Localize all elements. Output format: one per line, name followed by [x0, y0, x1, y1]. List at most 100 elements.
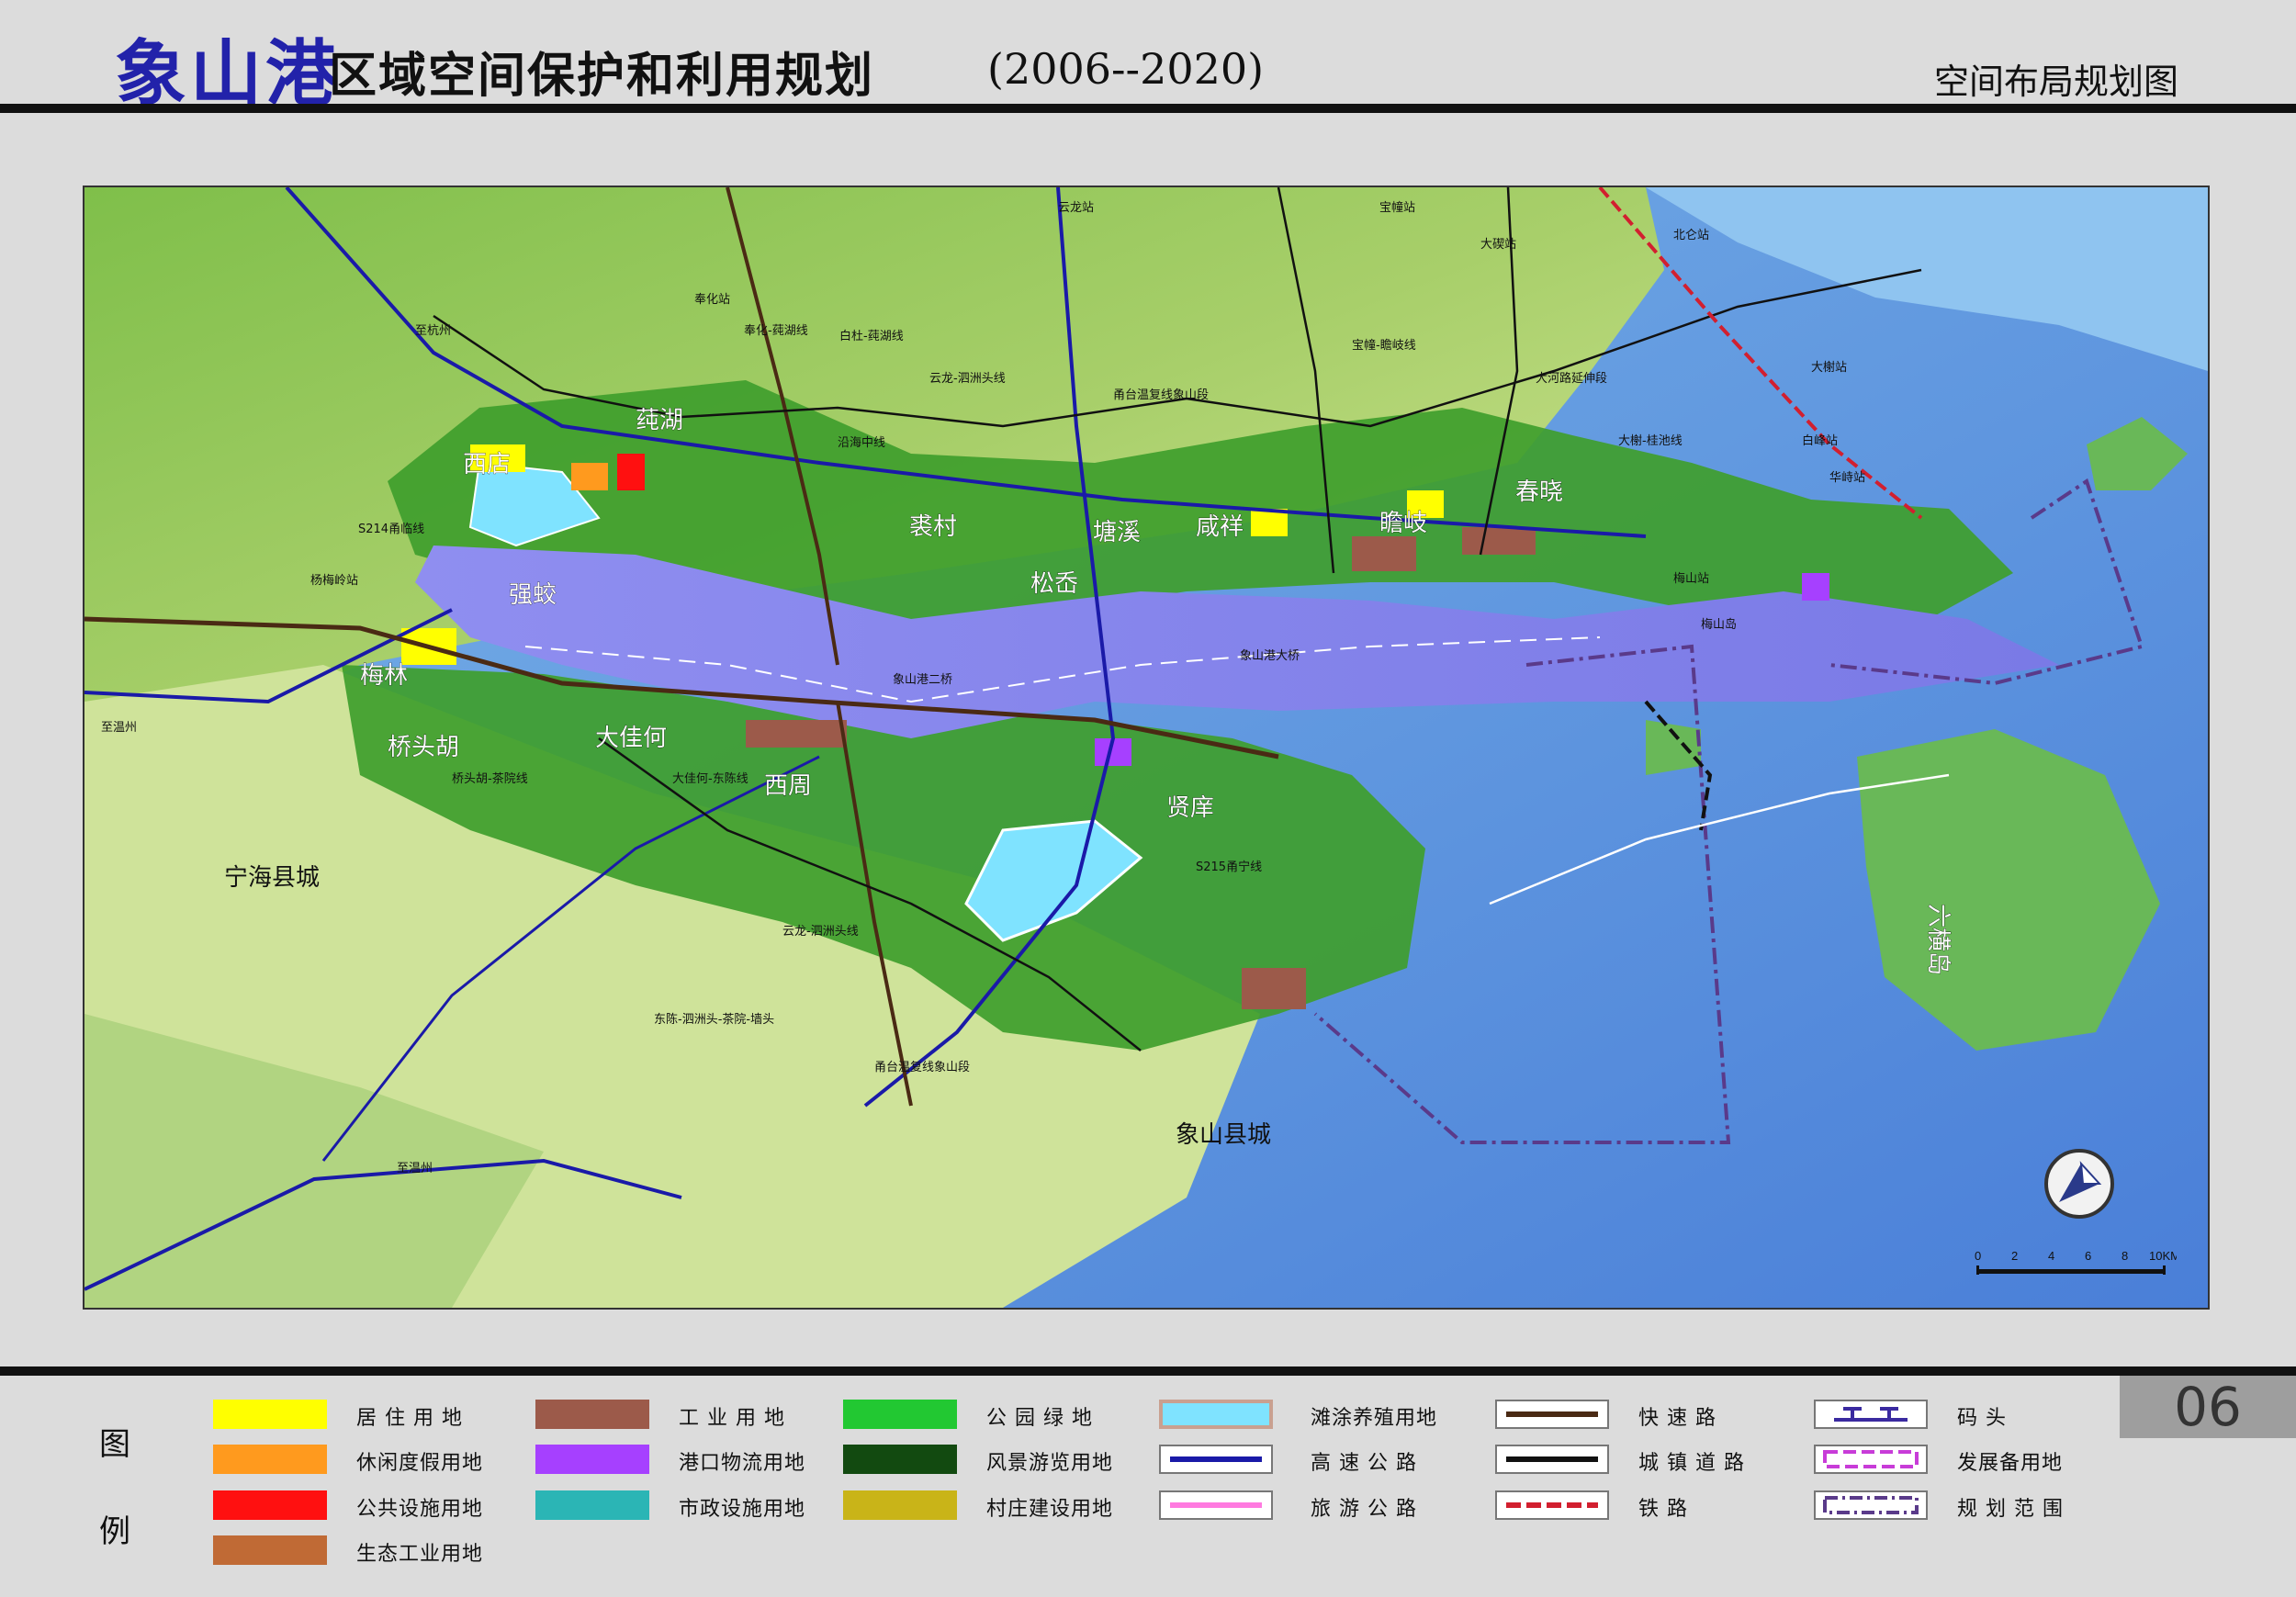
legend-item: 公共设施用地 [213, 1490, 516, 1522]
place-tangxi: 塘溪 [1093, 519, 1141, 546]
label-s214: S214甬临线 [358, 523, 424, 536]
page-number: 06 [2120, 1376, 2296, 1438]
place-xizhou: 西周 [764, 772, 812, 800]
map-panel[interactable]: 莼湖 西店 强蛟 梅林 桥头胡 大佳何 西周 裘村 松岙 塘溪 咸祥 瞻岐 春晓… [83, 186, 2210, 1310]
legend-swatch [213, 1400, 327, 1429]
legend-label: 工 业 用 地 [679, 1407, 785, 1430]
legend-label: 滩涂养殖用地 [1311, 1407, 1438, 1430]
label-fenghua-chunhu: 奉化-莼湖线 [744, 324, 808, 338]
legend-item: 村庄建设用地 [843, 1490, 1146, 1522]
place-chunhu: 莼湖 [636, 407, 683, 434]
label-daxie: 大榭站 [1811, 360, 1847, 375]
label-dahe-road: 大河路延伸段 [1536, 371, 1607, 386]
place-qiangjiao: 强蛟 [509, 581, 557, 609]
legend-item: 高 速 公 路 [1159, 1445, 1462, 1476]
label-qiaotouhu-chayuan: 桥头胡-茶院线 [452, 771, 528, 786]
place-zhanqi: 瞻岐 [1379, 510, 1427, 537]
place-qiucun: 裘村 [909, 513, 957, 541]
legend-item: 市政设施用地 [535, 1490, 838, 1522]
legend-label: 风景游览用地 [986, 1452, 1114, 1475]
label-fenghua: 奉化站 [694, 293, 730, 307]
label-to-wenzhou-south: 至温州 [397, 1162, 433, 1175]
legend-title-1: 图 [99, 1426, 130, 1463]
legend-swatch [1495, 1400, 1609, 1429]
legend-item: 滩涂养殖用地 [1159, 1400, 1462, 1431]
label-yunlong: 云龙站 [1058, 201, 1094, 215]
legend-label: 村庄建设用地 [986, 1498, 1114, 1521]
legend-item: 港口物流用地 [535, 1445, 838, 1476]
label-beilun: 北仑站 [1673, 229, 1709, 242]
label-yongtaiwen-north: 甬台温复线象山段 [1113, 388, 1209, 402]
top-rule [0, 104, 2296, 113]
legend-label: 居 住 用 地 [356, 1407, 463, 1430]
scale-bar: 0 2 4 6 8 10KM [1975, 1249, 2177, 1286]
label-to-wenzhou-west: 至温州 [101, 721, 137, 735]
legend-item: 休闲度假用地 [213, 1445, 516, 1476]
legend-swatch [535, 1445, 649, 1474]
legend-label: 城 镇 道 路 [1638, 1452, 1745, 1475]
legend-label: 公 园 绿 地 [986, 1407, 1093, 1430]
label-yangmeiling: 杨梅岭站 [310, 574, 358, 588]
scale-tick: 0 [1975, 1249, 1981, 1263]
scale-tick: 4 [2048, 1249, 2054, 1263]
place-dajiahe: 大佳何 [595, 725, 667, 752]
legend-swatch [843, 1445, 957, 1474]
label-bridge: 象山港大桥 [1240, 649, 1300, 663]
label-coastal: 沿海中线 [838, 436, 885, 450]
label-dajiahe-dongchen: 大佳何-东陈线 [672, 771, 748, 786]
scale-tick: 10KM [2149, 1249, 2177, 1263]
legend-label: 公共设施用地 [356, 1498, 484, 1521]
legend-label: 港口物流用地 [679, 1452, 806, 1475]
legend-swatch [1159, 1400, 1273, 1429]
industrial-patch [1352, 536, 1416, 571]
header: 象山港 区域空间保护和利用规划 (2006--2020) 空间布局规划图 [0, 0, 2296, 116]
legend-swatch [843, 1490, 957, 1520]
legend-swatch [535, 1400, 649, 1429]
legend-swatch [213, 1490, 327, 1520]
place-xidian: 西店 [463, 451, 511, 478]
legend-swatch [535, 1490, 649, 1520]
legend-swatch [1814, 1445, 1928, 1474]
legend-swatch [1814, 1400, 1928, 1429]
legend-label: 旅 游 公 路 [1311, 1498, 1417, 1521]
legend-label: 快 速 路 [1638, 1407, 1716, 1430]
public-facility-patch [617, 454, 645, 490]
label-baochuang-zhanqi: 宝幢-瞻岐线 [1352, 338, 1416, 353]
port-logistics-patch [1802, 573, 1829, 601]
label-yunlong-sizhoutou-south: 云龙-泗洲头线 [782, 925, 859, 939]
legend-item: 铁 路 [1495, 1490, 1798, 1522]
legend-item: 城 镇 道 路 [1495, 1445, 1798, 1476]
industrial-patch [1462, 527, 1536, 555]
industrial-patch [746, 720, 847, 748]
label-huazhi: 华峙站 [1829, 471, 1865, 485]
legend-swatch [213, 1535, 327, 1565]
title-main: 区域空间保护和利用规划 [329, 48, 875, 104]
legend-label: 高 速 公 路 [1311, 1452, 1417, 1475]
label-dongchen: 东陈-泗洲头-茶院-墙头 [654, 1012, 774, 1027]
legend-swatch [1159, 1445, 1273, 1474]
label-yongtaiwen-south: 甬台温复线象山段 [874, 1061, 970, 1074]
label-meishan: 梅山站 [1673, 572, 1709, 586]
legend-swatch [1159, 1490, 1273, 1520]
legend-item: 工 业 用 地 [535, 1400, 838, 1431]
scale-tick: 8 [2122, 1249, 2128, 1263]
legend-label: 码 头 [1957, 1407, 2007, 1430]
legend-swatch [1814, 1490, 1928, 1520]
legend-swatch [843, 1400, 957, 1429]
legend-item: 风景游览用地 [843, 1445, 1146, 1476]
place-songao: 松岙 [1030, 570, 1078, 598]
legend-item: 公 园 绿 地 [843, 1400, 1146, 1431]
north-arrow-icon [2044, 1149, 2114, 1219]
place-chunxiao: 春晓 [1515, 478, 1563, 506]
legend-swatch [1495, 1490, 1609, 1520]
legend-label: 休闲度假用地 [356, 1452, 484, 1475]
legend-label: 生态工业用地 [356, 1543, 484, 1566]
legend-item: 发展备用地 [1814, 1445, 2117, 1476]
map-name: 空间布局规划图 [1933, 62, 2178, 102]
islet-1 [1646, 720, 1701, 775]
map-canvas[interactable]: 莼湖 西店 强蛟 梅林 桥头胡 大佳何 西周 裘村 松岙 塘溪 咸祥 瞻岐 春晓… [84, 187, 2208, 1308]
label-daqi: 大碶站 [1480, 238, 1516, 252]
place-liuheng: 六横岛 [1924, 904, 1952, 975]
label-second-bridge: 象山港二桥 [893, 673, 952, 687]
place-xianxiang: 咸祥 [1196, 513, 1244, 541]
